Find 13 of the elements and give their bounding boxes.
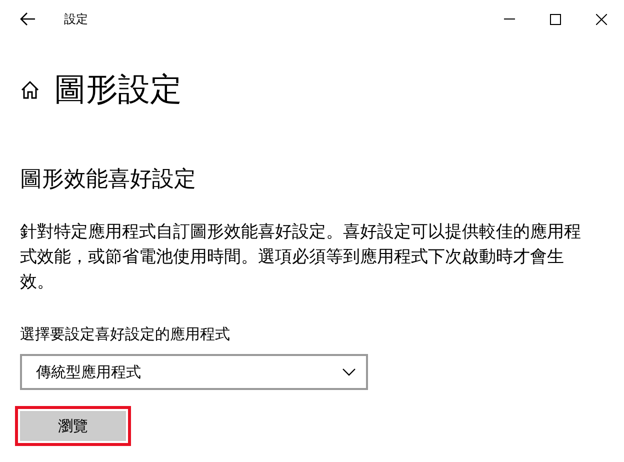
home-icon [20, 80, 40, 100]
chevron-down-icon [342, 368, 356, 376]
section-title: 圖形效能喜好設定 [20, 166, 197, 194]
window-title: 設定 [64, 10, 89, 28]
back-arrow-icon [20, 12, 36, 26]
section-description: 針對特定應用程式自訂圖形效能喜好設定。喜好設定可以提供較佳的應用程式效能，或節省電池使用時間。選項必須等到應用程式下次啟動時才會生效。 [20, 221, 582, 294]
app-type-dropdown[interactable]: 傳統型應用程式 [20, 354, 368, 390]
maximize-icon [550, 14, 560, 24]
close-icon [596, 14, 606, 24]
page-title: 圖形設定 [54, 69, 182, 110]
browse-button[interactable]: 瀏覽 [20, 411, 126, 441]
field-label: 選擇要設定喜好設定的應用程式 [20, 325, 231, 344]
minimize-icon [504, 18, 514, 20]
